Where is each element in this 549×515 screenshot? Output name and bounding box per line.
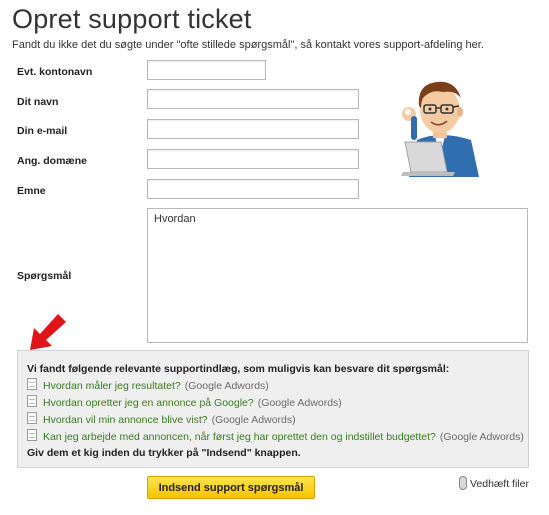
suggestion-item: Kan jeg arbejde med annoncen, når først … xyxy=(27,429,524,446)
document-icon xyxy=(27,395,37,407)
suggestion-link[interactable]: Kan jeg arbejde med annoncen, når først … xyxy=(43,431,436,443)
suggestion-category: (Google Adwords) xyxy=(439,431,524,443)
document-icon xyxy=(27,378,37,390)
page-title: Opret support ticket xyxy=(12,4,252,34)
suggestion-box: Vi fandt følgende relevante supportindlæ… xyxy=(17,350,529,468)
red-arrow-icon xyxy=(30,314,66,350)
suggestion-link[interactable]: Hvordan måler jeg resultatet? xyxy=(43,380,181,392)
document-icon xyxy=(27,412,37,424)
suggestion-item: Hvordan måler jeg resultatet? (Google Adw… xyxy=(27,378,524,395)
suggestion-category: (Google Adwords) xyxy=(211,414,296,426)
email-input[interactable] xyxy=(147,119,359,139)
suggestion-category: (Google Adwords) xyxy=(184,380,269,392)
account-input[interactable] xyxy=(147,60,266,80)
document-icon xyxy=(27,429,37,441)
suggestion-footer: Giv dem et kig inden du trykker på "Inds… xyxy=(27,447,301,459)
suggestion-heading: Vi fandt følgende relevante supportindlæ… xyxy=(27,363,450,375)
label-question: Spørgsmål xyxy=(17,270,72,282)
label-account: Evt. kontonavn xyxy=(17,66,93,78)
domain-input[interactable] xyxy=(147,149,359,169)
label-domain: Ang. domæne xyxy=(17,155,87,167)
submit-button[interactable]: Indsend support spørgsmål xyxy=(147,476,315,499)
name-input[interactable] xyxy=(147,89,359,109)
suggestion-item: Hvordan opretter jeg en annonce på Googl… xyxy=(27,395,524,412)
intro-text: Fandt du ikke det du søgte under "ofte s… xyxy=(12,39,484,51)
label-name: Dit navn xyxy=(17,96,59,108)
attach-files-label: Vedhæft filer xyxy=(470,478,529,490)
suggestion-category: (Google Adwords) xyxy=(257,397,342,409)
label-subject: Emne xyxy=(17,185,46,197)
attach-files-link[interactable]: Vedhæft filer xyxy=(459,476,529,490)
label-email: Din e-mail xyxy=(17,125,68,137)
subject-input[interactable] xyxy=(147,179,359,199)
suggestion-link[interactable]: Hvordan opretter jeg en annonce på Googl… xyxy=(43,397,254,409)
support-mascot-illustration xyxy=(401,81,479,177)
suggestion-link[interactable]: Hvordan vil min annonce blive vist? xyxy=(43,414,208,426)
suggestion-list: Hvordan måler jeg resultatet? (Google Adw… xyxy=(27,378,524,446)
paperclip-icon xyxy=(459,476,467,490)
question-textarea[interactable]: Hvordan xyxy=(147,208,528,343)
suggestion-item: Hvordan vil min annonce blive vist? (Goog… xyxy=(27,412,524,429)
